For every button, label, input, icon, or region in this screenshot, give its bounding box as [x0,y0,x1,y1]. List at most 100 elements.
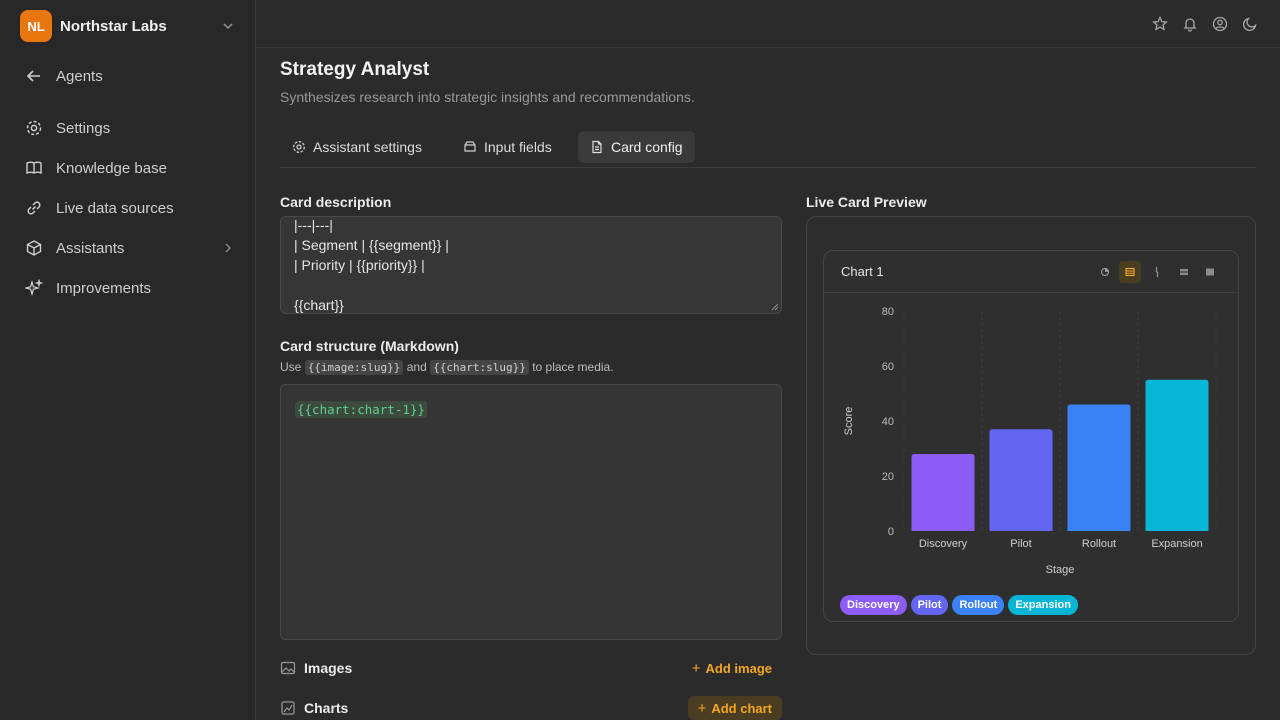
page-subtitle: Synthesizes research into strategic insi… [280,89,695,105]
plus-icon: + [691,659,701,677]
sidebar-item-live-data-sources[interactable]: Live data sources [24,196,234,220]
table-icon[interactable] [1199,261,1221,283]
line-chart-icon[interactable] [1146,261,1168,283]
sparkles-icon [24,278,44,298]
add-chart-label: Add chart [711,700,772,716]
sidebar: NL Northstar Labs Agents Settings Knowle… [0,0,256,720]
live-card-preview: Chart 1 0 20 40 60 80 Discovery Pilot Rollout Ex… [806,216,1256,655]
legend-item: Discovery [840,595,907,615]
y-axis-label: Score [843,407,855,436]
area-chart-icon[interactable] [1173,261,1195,283]
pie-chart-icon[interactable] [1094,261,1116,283]
card-structure-editor[interactable]: {{chart:chart-1}} [280,384,782,640]
chevron-right-icon [225,243,231,253]
plus-icon: + [697,699,707,717]
charts-label: Charts [304,700,349,716]
image-icon [280,660,296,676]
card-structure-label: Card structure (Markdown) [280,338,459,354]
legend-item: Expansion [1008,595,1078,615]
sidebar-item-label: Agents [56,67,103,85]
book-icon [24,158,44,178]
x-tick-label: Rollout [1082,538,1116,550]
bar-chart: 0 20 40 60 80 Discovery Pilot Rollout Expansion S… [843,306,1217,576]
tab-card-config[interactable]: Card config [578,131,695,163]
tab-label: Input fields [484,139,552,155]
legend-item: Pilot [910,595,949,615]
arrow-left-icon [24,66,44,86]
sidebar-item-agents[interactable]: Agents [24,64,234,88]
chart-legend: Discovery Pilot Rollout Expansion [840,595,1078,615]
tab-assistant-settings[interactable]: Assistant settings [280,131,434,163]
hint-code: {{image:slug}} [304,360,404,375]
bar [1145,379,1209,531]
add-image-label: Add image [705,660,772,676]
tab-label: Card config [611,139,683,155]
star-icon[interactable] [1152,16,1168,32]
charts-section: Charts + Add chart [280,696,782,720]
chart-icon [280,700,296,716]
hint-code: {{chart:slug}} [430,360,529,375]
card-structure-hint: Use {{image:slug}} and {{chart:slug}} to… [280,360,614,375]
resize-handle-icon[interactable] [771,303,779,311]
sidebar-item-label: Knowledge base [56,159,167,177]
chart-placeholder-token: {{chart:chart-1}} [295,401,427,418]
gear-icon [24,118,44,138]
tab-input-fields[interactable]: Input fields [451,131,564,163]
sidebar-item-improvements[interactable]: Improvements [24,276,234,300]
y-tick-label: 60 [882,361,894,373]
bell-icon[interactable] [1182,16,1198,32]
text-line: |---|---| [294,217,333,233]
chevron-down-icon [223,23,233,30]
text-line: | Segment | {{segment}} | [294,237,449,253]
hint-text: and [406,360,427,374]
y-tick-label: 80 [882,306,894,318]
y-tick-label: 20 [882,471,894,483]
tab-bar: Assistant settings Input fields Card con… [280,131,1256,168]
cube-icon [24,238,44,258]
org-name: Northstar Labs [60,17,167,35]
database-icon [463,140,477,154]
x-tick-label: Discovery [919,538,968,550]
hint-text: to place media. [532,360,614,374]
sidebar-item-label: Settings [56,119,111,137]
sidebar-item-settings[interactable]: Settings [24,116,234,140]
card-title: Chart 1 [841,264,884,279]
add-chart-button[interactable]: + Add chart [687,696,782,720]
gear-icon [292,140,306,154]
x-tick-label: Pilot [1010,538,1031,550]
sidebar-item-assistants[interactable]: Assistants [24,236,234,260]
page-title: Strategy Analyst [280,59,430,80]
text-line: | Priority | {{priority}} | [294,257,425,273]
images-label: Images [304,660,353,676]
preview-card: Chart 1 0 20 40 60 80 Discovery Pilot Rollout Ex… [823,250,1239,622]
y-tick-label: 0 [888,526,894,538]
live-card-preview-label: Live Card Preview [806,194,927,210]
text-line: {{chart}} [294,297,344,313]
hint-text: Use [280,360,302,374]
bar-chart-icon[interactable] [1119,261,1141,283]
card-header: Chart 1 [824,251,1238,293]
sidebar-item-label: Live data sources [56,199,174,217]
x-tick-label: Expansion [1151,538,1202,550]
bar [911,454,975,531]
sidebar-item-knowledge-base[interactable]: Knowledge base [24,156,234,180]
sidebar-item-label: Improvements [56,279,152,297]
user-circle-icon[interactable] [1212,16,1228,32]
org-switcher[interactable]: NL Northstar Labs [20,10,236,42]
org-logo: NL [20,10,52,42]
add-image-button[interactable]: + Add image [682,656,782,680]
images-section: Images + Add image [280,656,782,680]
tab-label: Assistant settings [313,139,422,155]
bar [989,429,1053,531]
card-description-label: Card description [280,194,392,210]
sidebar-item-label: Assistants [56,239,125,257]
bar [1067,404,1131,531]
moon-icon[interactable] [1242,16,1258,32]
x-axis-label: Stage [1046,564,1075,576]
card-description-textarea[interactable]: |---|---| | Segment | {{segment}} | | Pr… [280,216,782,314]
topbar [256,0,1280,48]
file-icon [590,140,604,154]
link-icon [24,198,44,218]
legend-item: Rollout [952,595,1005,615]
y-tick-label: 40 [882,416,894,428]
